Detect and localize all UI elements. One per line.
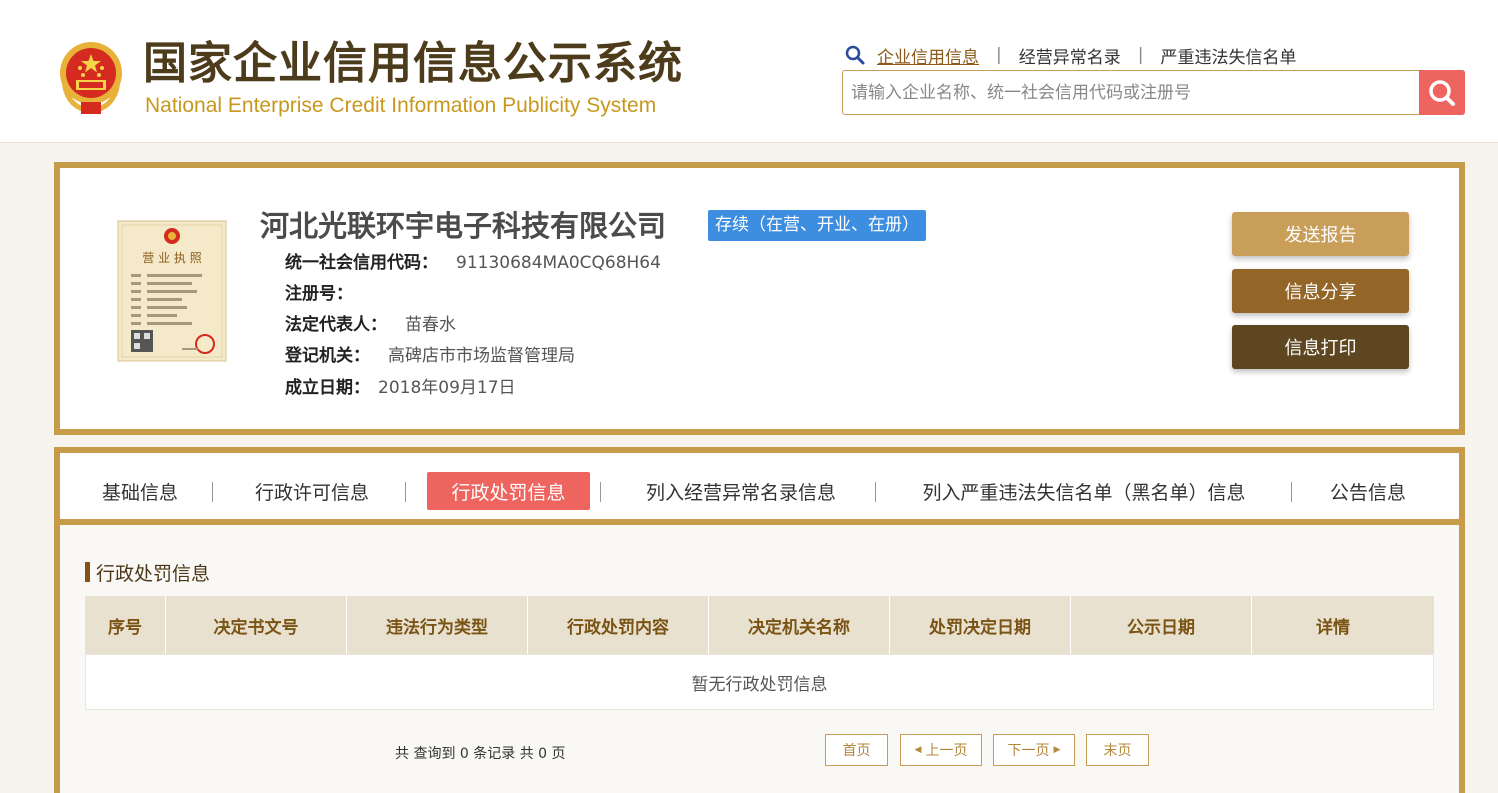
site-title: 国家企业信用信息公示系统	[143, 38, 683, 89]
empty-row: 暂无行政处罚信息	[85, 654, 1434, 710]
last-page-button[interactable]: 末页	[1086, 734, 1149, 766]
field-label: 成立日期：	[285, 378, 370, 398]
share-info-button[interactable]: 信息分享	[1232, 269, 1409, 313]
field-label: 法定代表人：	[285, 315, 387, 335]
search-button[interactable]	[1419, 70, 1465, 115]
field-value: 2018年09月17日	[378, 378, 516, 398]
nav-blacklist[interactable]: 严重违法失信名单	[1160, 43, 1296, 68]
tab-admin-penalty[interactable]: 行政处罚信息	[427, 472, 590, 510]
column-header: 决定机关名称	[709, 596, 890, 654]
nav-separator: |	[996, 45, 1002, 65]
tab-separator	[1291, 482, 1292, 502]
column-header: 处罚决定日期	[890, 596, 1071, 654]
column-header: 行政处罚内容	[528, 596, 709, 654]
send-report-button[interactable]: 发送报告	[1232, 212, 1409, 256]
search-input[interactable]	[851, 71, 1411, 114]
section-title-text: 行政处罚信息	[96, 562, 211, 585]
nav-enterprise-credit[interactable]: 企业信用信息	[877, 43, 979, 68]
top-nav: 企业信用信息 | 经营异常名录 | 严重违法失信名单	[845, 42, 1296, 68]
tab-separator	[600, 482, 601, 502]
status-badge: 存续（在营、开业、在册）	[708, 210, 926, 241]
tab-separator	[212, 482, 213, 502]
section-marker	[85, 562, 90, 582]
main-panel: 基础信息 行政许可信息 行政处罚信息 列入经营异常名录信息 列入严重违法失信名单…	[54, 447, 1465, 793]
first-page-button[interactable]: 首页	[825, 734, 888, 766]
info-row-credit-code: 统一社会信用代码： 91130684MA0CQ68H64	[285, 251, 661, 275]
tab-admin-license[interactable]: 行政许可信息	[242, 472, 382, 510]
tab-basic-info[interactable]: 基础信息	[88, 472, 192, 510]
column-header: 详情	[1316, 617, 1350, 638]
magnifier-icon	[1429, 79, 1455, 106]
next-page-button[interactable]: 下一页 ▶	[993, 734, 1075, 766]
tab-separator	[875, 482, 876, 502]
field-label: 登记机关：	[285, 346, 370, 366]
license-title: 营 业 执 照	[142, 251, 201, 265]
site-header: 国家企业信用信息公示系统 National Enterprise Credit …	[0, 0, 1498, 143]
info-row-reg-number: 注册号：	[285, 282, 371, 306]
column-header: 公示日期	[1071, 596, 1252, 654]
info-row-legal-rep: 法定代表人： 苗春水	[285, 313, 456, 337]
info-row-reg-authority: 登记机关： 高碑店市市场监督管理局	[285, 344, 575, 368]
field-label: 统一社会信用代码：	[285, 253, 438, 273]
search-box	[842, 70, 1465, 115]
business-license-image: 营 业 执 照	[117, 220, 227, 362]
search-icon	[845, 45, 865, 65]
chevron-right-icon: ▶	[1053, 745, 1061, 755]
chevron-left-icon: ◀	[914, 745, 922, 755]
site-subtitle: National Enterprise Credit Information P…	[145, 94, 657, 117]
info-row-established: 成立日期： 2018年09月17日	[285, 376, 516, 400]
table-header: 序号 决定书文号 违法行为类型 行政处罚内容 决定机关名称 处罚决定日期 公示日…	[85, 596, 1434, 654]
company-panel: 营 业 执 照 河北光联环宇电子科技有限公司 存续（在营、开业、在册） 统一社会…	[54, 162, 1465, 435]
prev-page-button[interactable]: ◀ 上一页	[900, 734, 982, 766]
tab-bar: 基础信息 行政许可信息 行政处罚信息 列入经营异常名录信息 列入严重违法失信名单…	[60, 453, 1459, 525]
field-value: 苗春水	[405, 315, 456, 335]
nav-abnormal-list[interactable]: 经营异常名录	[1019, 43, 1121, 68]
prev-page-label: 上一页	[925, 743, 968, 759]
national-emblem-icon	[60, 42, 122, 114]
print-info-button[interactable]: 信息打印	[1232, 325, 1409, 369]
column-header: 序号	[85, 596, 166, 654]
tab-abnormal-operation[interactable]: 列入经营异常名录信息	[634, 472, 848, 510]
column-header: 违法行为类型	[347, 596, 528, 654]
tab-blacklist[interactable]: 列入严重违法失信名单（黑名单）信息	[908, 472, 1260, 510]
field-label: 注册号：	[285, 284, 353, 304]
next-page-label: 下一页	[1007, 743, 1050, 759]
section-title: 行政处罚信息	[85, 560, 211, 585]
tab-announcements[interactable]: 公告信息	[1324, 472, 1412, 510]
column-header: 决定书文号	[166, 596, 347, 654]
company-name: 河北光联环宇电子科技有限公司	[260, 209, 667, 243]
pager-summary: 共 查询到 0 条记录 共 0 页	[395, 746, 566, 762]
nav-separator: |	[1137, 45, 1144, 65]
tab-separator	[405, 482, 406, 502]
field-value: 91130684MA0CQ68H64	[456, 253, 661, 273]
field-value: 高碑店市市场监督管理局	[388, 346, 575, 366]
